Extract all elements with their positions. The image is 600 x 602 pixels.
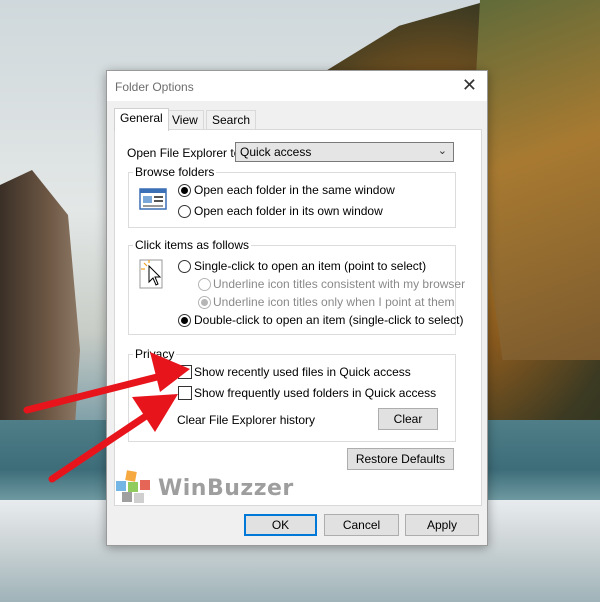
browse-folders-icon <box>139 188 167 210</box>
mouse-click-icon <box>139 259 163 289</box>
tab-search[interactable]: Search <box>206 110 257 130</box>
frequent-folders-checkbox[interactable] <box>178 386 192 400</box>
watermark-text: WinBuzzer <box>158 476 294 501</box>
ok-button[interactable]: OK <box>244 514 317 536</box>
open-to-label: Open File Explorer to: <box>127 146 244 160</box>
own-window-radio[interactable] <box>178 205 191 218</box>
own-window-label[interactable]: Open each folder in its own window <box>194 204 383 218</box>
underline-consistent-label[interactable]: Underline icon titles consistent with my… <box>213 277 465 291</box>
clear-history-label: Clear File Explorer history <box>177 413 316 427</box>
recent-files-label[interactable]: Show recently used files in Quick access <box>194 365 411 379</box>
browse-folders-title: Browse folders <box>133 165 217 179</box>
single-click-label[interactable]: Single-click to open an item (point to s… <box>194 259 426 273</box>
tab-general[interactable]: General <box>114 108 169 131</box>
underline-point-label[interactable]: Underline icon titles only when I point … <box>213 295 454 309</box>
click-items-title: Click items as follows <box>133 238 252 252</box>
tab-view[interactable]: View <box>166 110 204 130</box>
dialog-title: Folder Options <box>115 80 194 94</box>
frequent-folders-label[interactable]: Show frequently used folders in Quick ac… <box>194 386 436 400</box>
recent-files-checkbox[interactable] <box>178 365 192 379</box>
open-to-dropdown[interactable]: Quick access ⌄ <box>235 142 454 162</box>
apply-button[interactable]: Apply <box>405 514 479 536</box>
double-click-label[interactable]: Double-click to open an item (single-cli… <box>194 313 463 327</box>
close-icon[interactable]: ✕ <box>462 76 477 94</box>
browse-folders-group: Browse folders <box>128 165 456 228</box>
cancel-button[interactable]: Cancel <box>324 514 399 536</box>
winbuzzer-watermark: WinBuzzer <box>114 470 299 504</box>
double-click-radio[interactable] <box>178 314 191 327</box>
title-bar[interactable]: Folder Options ✕ <box>107 71 487 101</box>
privacy-title: Privacy <box>133 347 177 361</box>
open-to-selected-value: Quick access <box>240 145 312 159</box>
underline-point-radio[interactable] <box>198 296 211 309</box>
clear-button[interactable]: Clear <box>378 408 438 430</box>
underline-consistent-radio[interactable] <box>198 278 211 291</box>
same-window-label[interactable]: Open each folder in the same window <box>194 183 395 197</box>
same-window-radio[interactable] <box>178 184 191 197</box>
single-click-radio[interactable] <box>178 260 191 273</box>
winbuzzer-logo-icon <box>116 470 150 503</box>
restore-defaults-button[interactable]: Restore Defaults <box>347 448 454 470</box>
chevron-down-icon: ⌄ <box>437 145 447 157</box>
